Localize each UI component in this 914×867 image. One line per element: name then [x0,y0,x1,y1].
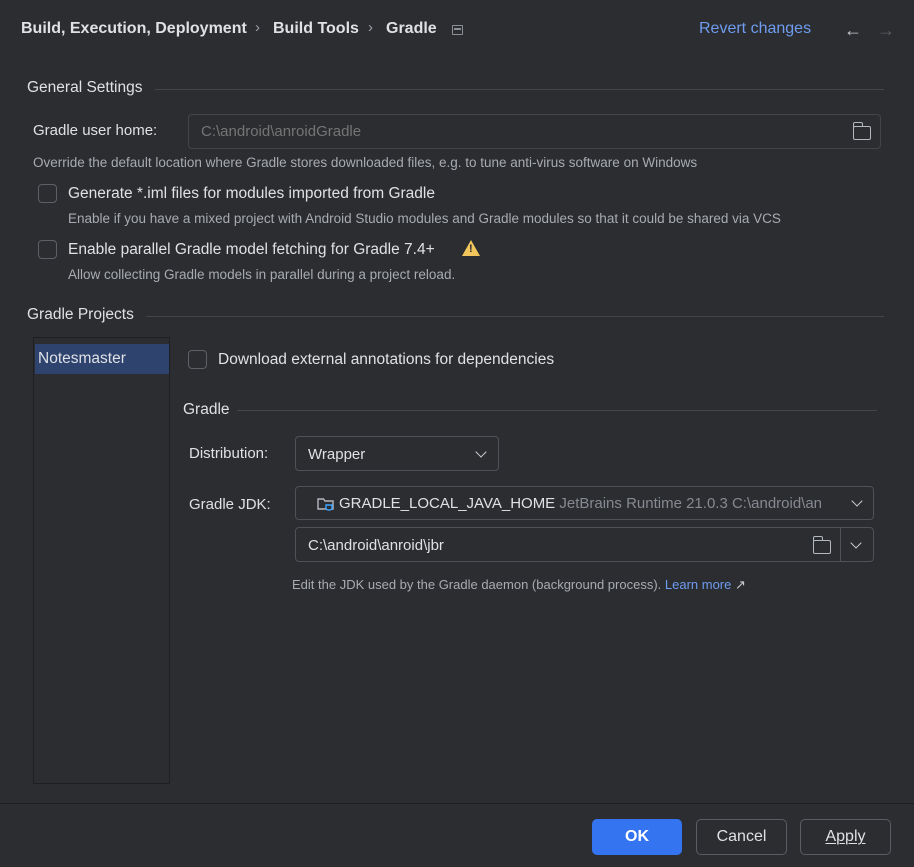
external-link-icon[interactable]: ↗ [735,577,746,592]
section-divider [237,410,877,411]
header-bar: Build, Execution, Deployment › Build Too… [0,0,914,62]
download-annotations-checkbox[interactable] [188,350,207,369]
breadcrumb-item-gradle: Gradle [386,20,437,37]
parallel-fetching-checkbox[interactable] [38,240,57,259]
apply-button[interactable]: Apply [800,819,891,855]
download-annotations-label[interactable]: Download external annotations for depend… [218,351,554,369]
gradle-projects-list[interactable]: Notesmaster [33,337,170,784]
project-item-notesmaster[interactable]: Notesmaster [35,344,169,374]
ok-button[interactable]: OK [592,819,682,855]
generate-iml-checkbox[interactable] [38,184,57,203]
folder-icon[interactable] [812,536,831,554]
chevron-down-icon [851,495,863,507]
project-level-settings-icon [452,25,463,35]
jdk-detail: JetBrains Runtime 21.0.3 C:\android\an [559,495,823,512]
chevron-down-icon[interactable] [850,537,862,549]
jdk-name: GRADLE_LOCAL_JAVA_HOME [339,495,556,512]
breadcrumb-item-build-tools[interactable]: Build Tools [273,20,359,38]
warning-icon: ! [462,240,480,256]
distribution-value: Wrapper [308,446,366,463]
gradle-projects-title: Gradle Projects [27,306,134,323]
forward-arrow-icon[interactable]: → [877,20,895,41]
jdk-value: GRADLE_LOCAL_JAVA_HOME JetBrains Runtime… [339,495,839,512]
parallel-fetching-hint: Allow collecting Gradle models in parall… [68,267,456,282]
general-settings-title: General Settings [27,79,143,96]
distribution-dropdown[interactable]: Wrapper [295,436,499,471]
gradle-user-home-hint: Override the default location where Grad… [33,155,698,170]
revert-changes-link[interactable]: Revert changes [699,20,811,38]
folder-icon[interactable] [852,122,871,140]
jdk-hint: Edit the JDK used by the Gradle daemon (… [292,577,746,593]
gradle-subsection-title: Gradle [183,401,230,418]
gradle-jdk-label: Gradle JDK: [189,496,271,513]
footer-divider [0,803,914,804]
jdk-hint-text: Edit the JDK used by the Gradle daemon (… [292,577,662,592]
jdk-path-field[interactable]: C:\android\anroid\jbr [295,527,874,562]
gradle-user-home-field[interactable] [188,114,881,149]
jdk-folder-icon [317,498,334,511]
breadcrumb-item-build-execution-deployment[interactable]: Build, Execution, Deployment [21,20,247,38]
back-arrow-icon[interactable]: ← [844,20,862,41]
cancel-button[interactable]: Cancel [696,819,787,855]
gradle-user-home-input[interactable] [201,123,831,140]
section-divider [146,316,884,317]
distribution-label: Distribution: [189,445,269,462]
parallel-fetching-label[interactable]: Enable parallel Gradle model fetching fo… [68,241,435,259]
chevron-down-icon [475,446,487,458]
breadcrumb-separator: › [255,19,260,36]
jdk-path-value[interactable]: C:\android\anroid\jbr [308,537,444,554]
breadcrumb-separator: › [368,19,373,36]
gradle-jdk-dropdown[interactable]: GRADLE_LOCAL_JAVA_HOME JetBrains Runtime… [295,486,874,520]
generate-iml-hint: Enable if you have a mixed project with … [68,211,781,226]
project-item-label: Notesmaster [38,350,126,367]
generate-iml-label[interactable]: Generate *.iml files for modules importe… [68,185,435,203]
field-divider [840,528,841,561]
apply-label: Apply [825,828,866,845]
gradle-user-home-label: Gradle user home: [33,122,158,139]
learn-more-link[interactable]: Learn more [665,577,731,592]
section-divider [155,89,884,90]
